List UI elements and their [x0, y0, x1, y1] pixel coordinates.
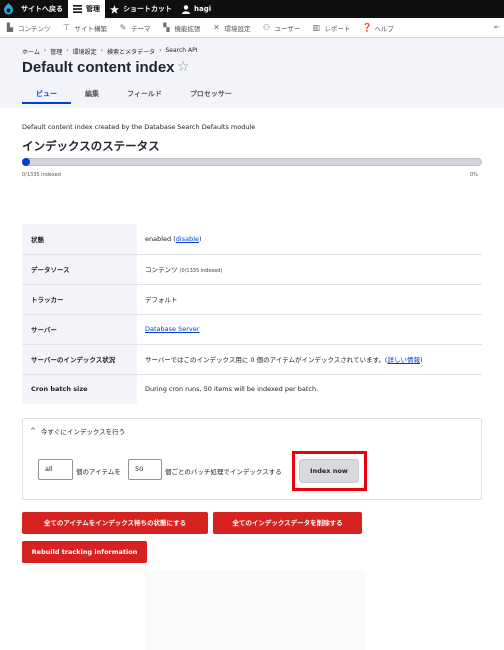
batch-size-input[interactable]: 50	[128, 459, 162, 480]
tray-orientation-toggle-icon[interactable]: ⇤	[494, 23, 500, 31]
annotation-highlight-box	[292, 451, 367, 491]
add-shortcut-star-icon[interactable]: ☆	[177, 59, 190, 75]
tray-item-people[interactable]: ⚇ ユーザー	[257, 18, 307, 38]
breadcrumb-separator: ›	[100, 47, 104, 54]
table-row: トラッカー デフォルト	[22, 284, 482, 314]
row-label: Cron batch size	[22, 374, 137, 404]
people-icon: ⚇	[262, 22, 271, 32]
tray-item-extend[interactable]: ▚ 機能拡張	[157, 18, 207, 38]
user-icon	[182, 4, 190, 14]
tray-item-structure[interactable]: ⊤ サイト構築	[57, 18, 114, 38]
breadcrumb-home[interactable]: ホーム	[22, 47, 40, 56]
row-label: サーバーのインデックス状況	[22, 344, 137, 374]
breadcrumb-config[interactable]: 環境設定	[73, 47, 97, 56]
row-value: During cron runs, 50 items will be index…	[145, 385, 319, 394]
admin-toolbar: サイトへ戻る 管理 ショートカット hagi	[0, 0, 504, 18]
admin-menu-tray: ▙ コンテンツ ⊤ サイト構築 ✎ テーマ ▚ 機能拡張 ✕ 環境設定 ⚇ ユーザー ▥ レポ…	[0, 18, 504, 38]
index-now-details: ^ 今すぐにインデックスを行う	[22, 418, 482, 500]
tray-item-reports[interactable]: ▥ レポート	[306, 18, 356, 38]
tray-item-config[interactable]: ✕ 環境設定	[207, 18, 257, 38]
manage-tab[interactable]: 管理	[68, 0, 105, 18]
breadcrumb-search-api[interactable]: Search API	[166, 47, 198, 56]
reports-icon: ▥	[312, 22, 321, 32]
config-icon: ✕	[213, 22, 220, 32]
row-label: サーバー	[22, 314, 137, 344]
server-link[interactable]: Database Server	[145, 325, 199, 333]
breadcrumb-separator: ›	[66, 47, 69, 54]
shortcuts-tab[interactable]: ショートカット	[105, 0, 177, 18]
batch-label: 個ごとのバッチ処理でインデックスする	[165, 468, 282, 476]
row-label: トラッカー	[22, 284, 137, 314]
index-info-table: 状態 enabled (disable) データソース コンテンツ (0/133…	[22, 224, 482, 404]
tray-item-content[interactable]: ▙ コンテンツ	[0, 18, 57, 38]
primary-tabs: ビュー 編集 フィールド プロセッサー	[22, 86, 246, 108]
index-now-summary[interactable]: ^ 今すぐにインデックスを行う	[30, 426, 125, 436]
table-row: データソース コンテンツ (0/1335 indexed)	[22, 254, 482, 284]
breadcrumb-search-metadata[interactable]: 検索とメタデータ	[107, 47, 155, 56]
table-row: サーバー Database Server	[22, 314, 482, 344]
progress-percent-label: 0%	[470, 172, 478, 178]
queue-all-items-button[interactable]: 全てのアイテムをインデックス待ちの状態にする	[22, 512, 208, 534]
tray-item-help[interactable]: ❓ ヘルプ	[356, 18, 400, 38]
structure-icon: ⊤	[63, 22, 70, 32]
user-tab[interactable]: hagi	[177, 0, 216, 18]
tab-processors[interactable]: プロセッサー	[176, 86, 246, 108]
table-row: 状態 enabled (disable)	[22, 224, 482, 254]
index-description: Default content index created by the Dat…	[22, 123, 256, 131]
page-title: Default content index	[22, 59, 175, 76]
progress-count-label: 0/1335 indexed	[22, 172, 61, 178]
chevron-up-icon: ^	[30, 427, 36, 435]
page-header: ホーム › 管理 › 環境設定 › 検索とメタデータ › Search API Defa…	[0, 38, 504, 108]
content-icon: ▙	[6, 22, 14, 32]
index-progress-bar	[22, 158, 482, 166]
tab-view[interactable]: ビュー	[22, 86, 71, 108]
limit-input[interactable]: all	[38, 459, 73, 480]
tray-item-appearance[interactable]: ✎ テーマ	[113, 18, 157, 38]
tab-fields[interactable]: フィールド	[113, 86, 176, 108]
row-label: 状態	[22, 224, 137, 254]
row-value: コンテンツ (0/1335 indexed)	[145, 266, 223, 274]
status-heading: インデックスのステータス	[22, 139, 160, 153]
table-row: Cron batch size During cron runs, 50 ite…	[22, 374, 482, 404]
help-icon: ❓	[362, 22, 373, 32]
row-value: サーバーではこのインデックス用に 0 個のアイテムがインデックスされています。(…	[145, 356, 423, 364]
row-label: データソース	[22, 254, 137, 284]
breadcrumb-separator: ›	[43, 47, 47, 54]
menu-icon	[73, 5, 82, 13]
row-value: enabled (disable)	[145, 234, 202, 243]
items-label: 個のアイテムを	[76, 468, 121, 476]
extend-icon: ▚	[163, 22, 170, 32]
disable-link[interactable]: disable	[176, 235, 199, 243]
background-shade	[145, 570, 365, 650]
progress-indicator	[22, 158, 30, 166]
back-to-site-link[interactable]: サイトへ戻る	[16, 0, 68, 18]
breadcrumb-admin[interactable]: 管理	[50, 47, 62, 56]
clear-all-indexed-data-button[interactable]: 全てのインデックスデータを削除する	[213, 512, 362, 534]
tab-edit[interactable]: 編集	[71, 86, 113, 108]
more-info-link[interactable]: 詳しい情報	[387, 356, 420, 364]
breadcrumb-separator: ›	[159, 47, 162, 54]
row-value: Database Server	[137, 314, 482, 344]
table-row: サーバーのインデックス状況 サーバーではこのインデックス用に 0 個のアイテムが…	[22, 344, 482, 374]
drupal-logo-icon[interactable]	[0, 0, 16, 18]
star-icon	[110, 4, 119, 14]
appearance-icon: ✎	[119, 22, 127, 32]
row-value: デフォルト	[145, 296, 178, 304]
breadcrumb: ホーム › 管理 › 環境設定 › 検索とメタデータ › Search API	[22, 47, 198, 56]
rebuild-tracking-button[interactable]: Rebuild tracking information	[22, 541, 147, 563]
